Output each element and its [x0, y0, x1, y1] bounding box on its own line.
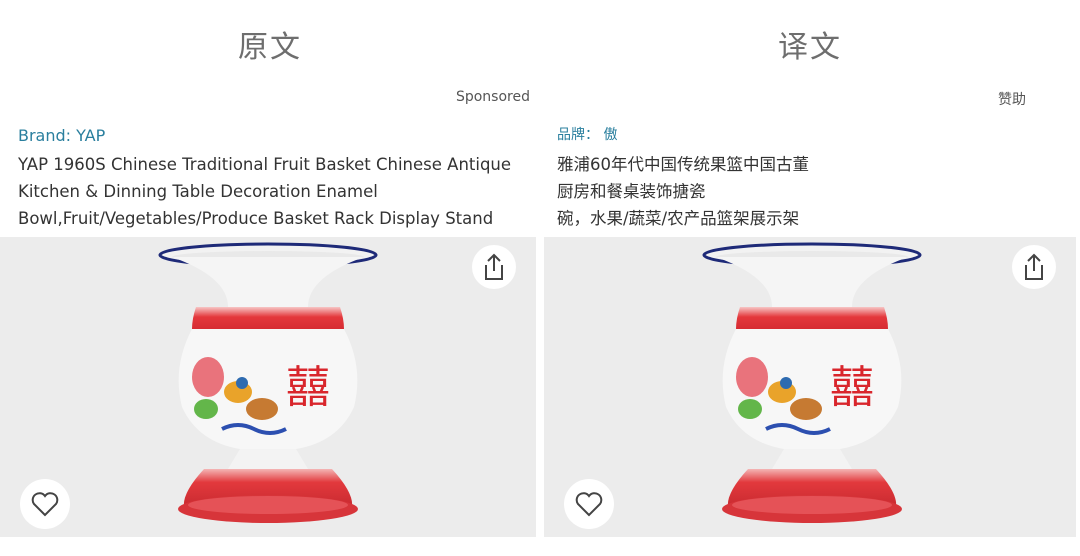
- sponsored-label: 赞助: [998, 92, 1026, 108]
- product-title-line: YAP 1960S Chinese Traditional Fruit Bask…: [18, 155, 512, 174]
- brand-link[interactable]: 品牌： 傲: [557, 124, 617, 144]
- enamel-vase-image: [158, 237, 378, 537]
- favorite-button[interactable]: [20, 479, 70, 529]
- share-button[interactable]: [472, 245, 516, 289]
- product-image[interactable]: [544, 237, 1076, 537]
- share-icon: [485, 253, 503, 280]
- panel-heading: 译文: [778, 30, 842, 65]
- product-title-line: Kitchen & Dinning Table Decoration Ename…: [18, 182, 378, 201]
- panel-heading: 原文: [238, 30, 302, 65]
- enamel-vase-image: [702, 237, 922, 537]
- heart-icon: [575, 492, 603, 517]
- product-title[interactable]: 雅浦60年代中国传统果篮中国古董 厨房和餐桌装饰搪瓷 碗，水果/蔬菜/农产品篮架…: [557, 151, 1067, 232]
- product-title-line: 厨房和餐桌装饰搪瓷: [557, 182, 706, 201]
- translated-panel: 译文 赞助 品牌： 傲 雅浦60年代中国传统果篮中国古董 厨房和餐桌装饰搪瓷 碗…: [540, 0, 1080, 556]
- original-panel: 原文 Sponsored Brand: YAP YAP 1960S Chines…: [0, 0, 540, 556]
- brand-link[interactable]: Brand: YAP: [18, 126, 105, 145]
- product-title-line: 雅浦60年代中国传统果篮中国古董: [557, 155, 809, 174]
- sponsored-label: Sponsored: [455, 89, 530, 105]
- heart-icon: [31, 492, 59, 517]
- share-button[interactable]: [1012, 245, 1056, 289]
- favorite-button[interactable]: [564, 479, 614, 529]
- product-title[interactable]: YAP 1960S Chinese Traditional Fruit Bask…: [18, 151, 528, 232]
- product-title-line: Bowl,Fruit/Vegetables/Produce Basket Rac…: [18, 209, 494, 228]
- product-title-line: 碗，水果/蔬菜/农产品篮架展示架: [557, 209, 800, 228]
- share-icon: [1025, 253, 1043, 280]
- product-image[interactable]: [0, 237, 536, 537]
